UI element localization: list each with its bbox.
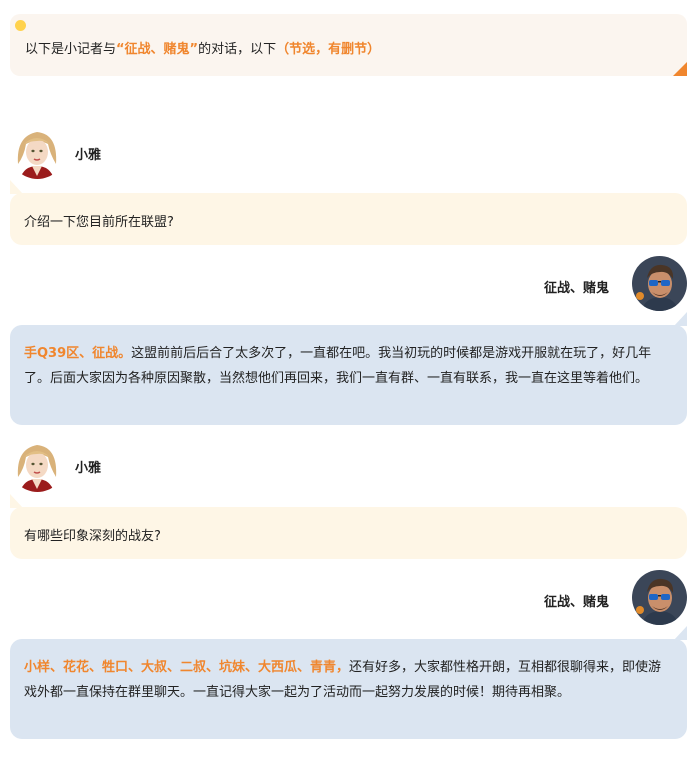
answer-highlight: 小样、花花、牲口、大叔、二叔、坑妹、大西瓜、青青，	[24, 660, 350, 675]
question-bubble: 介绍一下您目前所在联盟?	[10, 193, 687, 245]
intro-banner: 以下是小记者与“征战、赌鬼”的对话，以下（节选，有删节）	[10, 14, 687, 76]
intro-guest-name: “征战、赌鬼”	[116, 42, 199, 57]
speaker-name: 小雅	[75, 148, 102, 163]
yellow-dot-icon	[15, 20, 26, 31]
guest-avatar	[632, 256, 687, 311]
question-bubble: 有哪些印象深刻的战友?	[10, 507, 687, 559]
intro-note: （节选，有删节）	[276, 42, 381, 57]
guest-avatar	[632, 570, 687, 625]
corner-triangle-icon	[673, 62, 687, 76]
intro-prefix: 以下是小记者与	[25, 42, 117, 57]
question-text: 有哪些印象深刻的战友?	[24, 529, 161, 544]
answer-bubble: 手Q39区、征战。这盟前前后后合了太多次了，一直都在吧。我当初玩的时候都是游戏开…	[10, 325, 687, 425]
answer-bubble: 小样、花花、牲口、大叔、二叔、坑妹、大西瓜、青青，还有好多，大家都性格开朗，互相…	[10, 639, 687, 739]
speaker-name: 小雅	[75, 461, 102, 476]
intro-middle: 的对话，以下	[198, 42, 277, 57]
answer-highlight: 手Q39区、征战。	[24, 346, 132, 361]
interviewer-avatar	[10, 124, 65, 179]
question-text: 介绍一下您目前所在联盟?	[24, 215, 174, 230]
speaker-name: 征战、赌鬼	[544, 281, 610, 296]
intro-text: 以下是小记者与“征战、赌鬼”的对话，以下（节选，有删节）	[25, 38, 380, 57]
speaker-name: 征战、赌鬼	[544, 595, 610, 610]
interviewer-avatar	[10, 437, 65, 492]
